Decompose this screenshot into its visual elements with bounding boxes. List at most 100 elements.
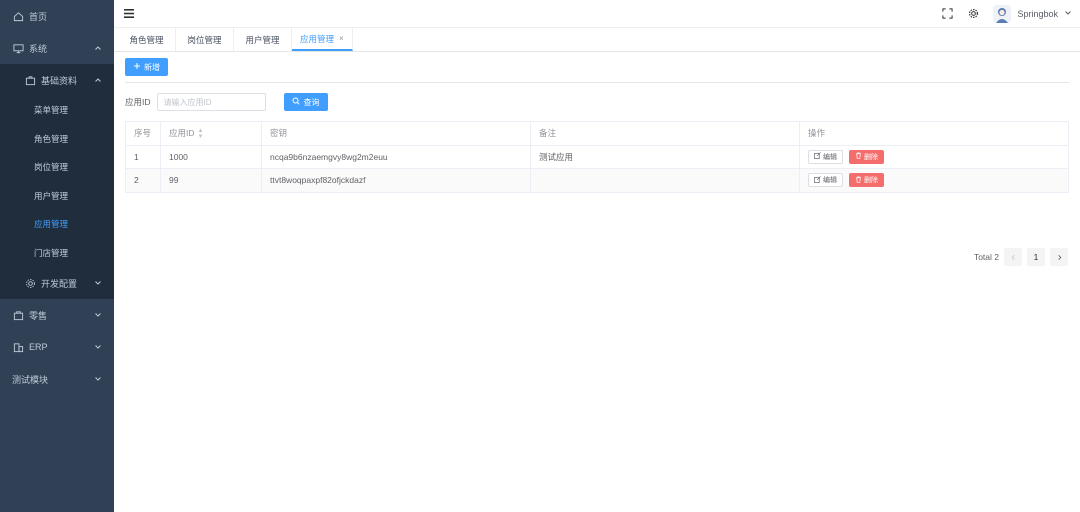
tab-role-mgmt[interactable]: 角色管理: [118, 28, 176, 51]
gear-icon: [24, 277, 36, 289]
chevron-down-icon: [1064, 9, 1072, 19]
avatar: [993, 4, 1012, 23]
chevron-down-icon: [94, 279, 102, 287]
table-row: 2 99 ttvt8woqpaxpf82ofjckdazf 编辑 删除: [125, 168, 1069, 193]
cell-secret: ttvt8woqpaxpf82ofjckdazf: [261, 168, 531, 193]
cell-remark: [530, 168, 800, 193]
sidebar-item-system[interactable]: 系统: [0, 32, 114, 64]
bag-icon: [12, 309, 24, 321]
content: 新增 应用ID 请输入应用ID 查询 序号 应用ID ▲ ▼ 密钥 备注 操作 …: [114, 52, 1080, 266]
delete-button[interactable]: 删除: [849, 173, 884, 188]
sidebar-item-label: 零售: [29, 310, 48, 321]
edit-icon: [814, 152, 821, 161]
fullscreen-icon[interactable]: [941, 8, 953, 20]
navbar-right: Springbok: [941, 4, 1072, 23]
page-number[interactable]: 1: [1027, 248, 1045, 266]
sidebar-item-store-mgmt[interactable]: 门店管理: [0, 238, 114, 267]
sidebar-item-label: 应用管理: [34, 219, 69, 230]
col-secret-header: 密钥: [261, 121, 531, 146]
sidebar-item-test-module[interactable]: 测试模块: [0, 363, 114, 395]
tab-label: 用户管理: [245, 34, 280, 45]
edit-button-label: 编辑: [823, 177, 837, 185]
sidebar-item-label: 首页: [29, 11, 48, 22]
sidebar-item-menu-mgmt[interactable]: 菜单管理: [0, 96, 114, 125]
sidebar-item-retail[interactable]: 零售: [0, 299, 114, 331]
chevron-down-icon: [94, 311, 102, 319]
tags-view: 角色管理 岗位管理 用户管理 应用管理 ×: [114, 28, 1080, 52]
briefcase-icon: [24, 74, 36, 86]
sidebar-item-home[interactable]: 首页: [0, 0, 114, 32]
pagination-total: Total 2: [973, 252, 999, 262]
tab-label: 角色管理: [129, 34, 164, 45]
sidebar-item-label: 菜单管理: [34, 105, 69, 116]
cell-index: 1: [125, 145, 161, 169]
prev-page-button[interactable]: [1004, 248, 1022, 266]
close-icon[interactable]: ×: [339, 34, 344, 43]
navbar: Springbok: [114, 0, 1080, 28]
filter-bar: 应用ID 请输入应用ID 查询: [125, 93, 1069, 111]
cell-remark: 测试应用: [530, 145, 800, 169]
delete-button[interactable]: 删除: [849, 149, 884, 164]
delete-button-label: 删除: [864, 153, 878, 161]
home-icon: [12, 10, 24, 22]
delete-button-label: 删除: [864, 177, 878, 185]
cell-app-id: 99: [160, 168, 262, 193]
cell-ops: 编辑 删除: [799, 168, 1069, 193]
table-row: 1 1000 ncqa9b6nzaemgvy8wg2m2euu 测试应用 编辑: [125, 145, 1069, 169]
sidebar-item-role-mgmt[interactable]: 角色管理: [0, 124, 114, 153]
edit-icon: [814, 175, 821, 185]
cell-index: 2: [125, 168, 161, 193]
col-app-id-header[interactable]: 应用ID ▲ ▼: [160, 121, 262, 146]
pagination: Total 2 1: [974, 248, 1068, 266]
sidebar-item-label: 用户管理: [34, 190, 69, 201]
edit-button-label: 编辑: [823, 153, 837, 161]
chevron-right-icon: [1057, 254, 1061, 260]
next-page-button[interactable]: [1050, 248, 1068, 266]
sidebar-item-label: 基础资料: [41, 75, 78, 86]
col-app-id-label: 应用ID: [169, 127, 195, 138]
sidebar-item-dev-config[interactable]: 开发配置: [0, 267, 114, 299]
tab-user-mgmt[interactable]: 用户管理: [234, 28, 292, 51]
sidebar-item-label: ERP: [29, 342, 48, 352]
hamburger-icon[interactable]: [122, 7, 136, 21]
sidebar-item-label: 开发配置: [41, 278, 78, 289]
username: Springbok: [1017, 8, 1058, 19]
add-button-label: 新增: [144, 62, 160, 72]
trash-icon: [855, 152, 862, 161]
settings-gear-icon[interactable]: [967, 8, 979, 20]
edit-button[interactable]: 编辑: [808, 173, 843, 188]
col-remark-header: 备注: [530, 121, 800, 146]
monitor-icon: [12, 42, 24, 54]
building-icon: [12, 341, 24, 353]
sidebar-item-label: 测试模块: [12, 374, 49, 385]
chevron-down-icon: [94, 375, 102, 383]
sidebar-item-label: 岗位管理: [34, 162, 69, 173]
tab-label: 岗位管理: [187, 34, 222, 45]
query-button[interactable]: 查询: [283, 93, 328, 111]
cell-app-id: 1000: [160, 145, 262, 169]
sidebar-item-erp[interactable]: ERP: [0, 331, 114, 363]
sort-icon[interactable]: ▲ ▼: [198, 128, 204, 140]
col-index-header: 序号: [125, 121, 161, 146]
chevron-up-icon: [94, 44, 102, 52]
sidebar-item-user-mgmt[interactable]: 用户管理: [0, 181, 114, 210]
main-area: Springbok 角色管理 岗位管理 用户管理 应用管理 × 新增 应用ID …: [114, 0, 1080, 512]
user-menu[interactable]: Springbok: [993, 4, 1072, 23]
cell-secret: ncqa9b6nzaemgvy8wg2m2euu: [261, 145, 531, 169]
app-table: 序号 应用ID ▲ ▼ 密钥 备注 操作 1 1000 ncqa9b6nzaemgv…: [125, 121, 1069, 193]
sidebar-item-label: 门店管理: [34, 247, 69, 258]
add-button[interactable]: 新增: [125, 58, 168, 76]
chevron-down-icon: [94, 343, 102, 351]
sidebar-item-label: 系统: [29, 43, 48, 54]
chevron-up-icon: [94, 76, 102, 84]
sidebar-item-post-mgmt[interactable]: 岗位管理: [0, 153, 114, 182]
tab-post-mgmt[interactable]: 岗位管理: [176, 28, 234, 51]
query-button-label: 查询: [303, 97, 320, 107]
chevron-left-icon: [1011, 254, 1015, 260]
tab-app-mgmt[interactable]: 应用管理 ×: [292, 28, 353, 51]
app-id-input[interactable]: 请输入应用ID: [156, 93, 266, 111]
sidebar-item-app-mgmt[interactable]: 应用管理: [0, 210, 114, 239]
sidebar-item-basic-data[interactable]: 基础资料: [0, 64, 114, 96]
edit-button[interactable]: 编辑: [808, 149, 843, 164]
plus-icon: [133, 62, 141, 72]
